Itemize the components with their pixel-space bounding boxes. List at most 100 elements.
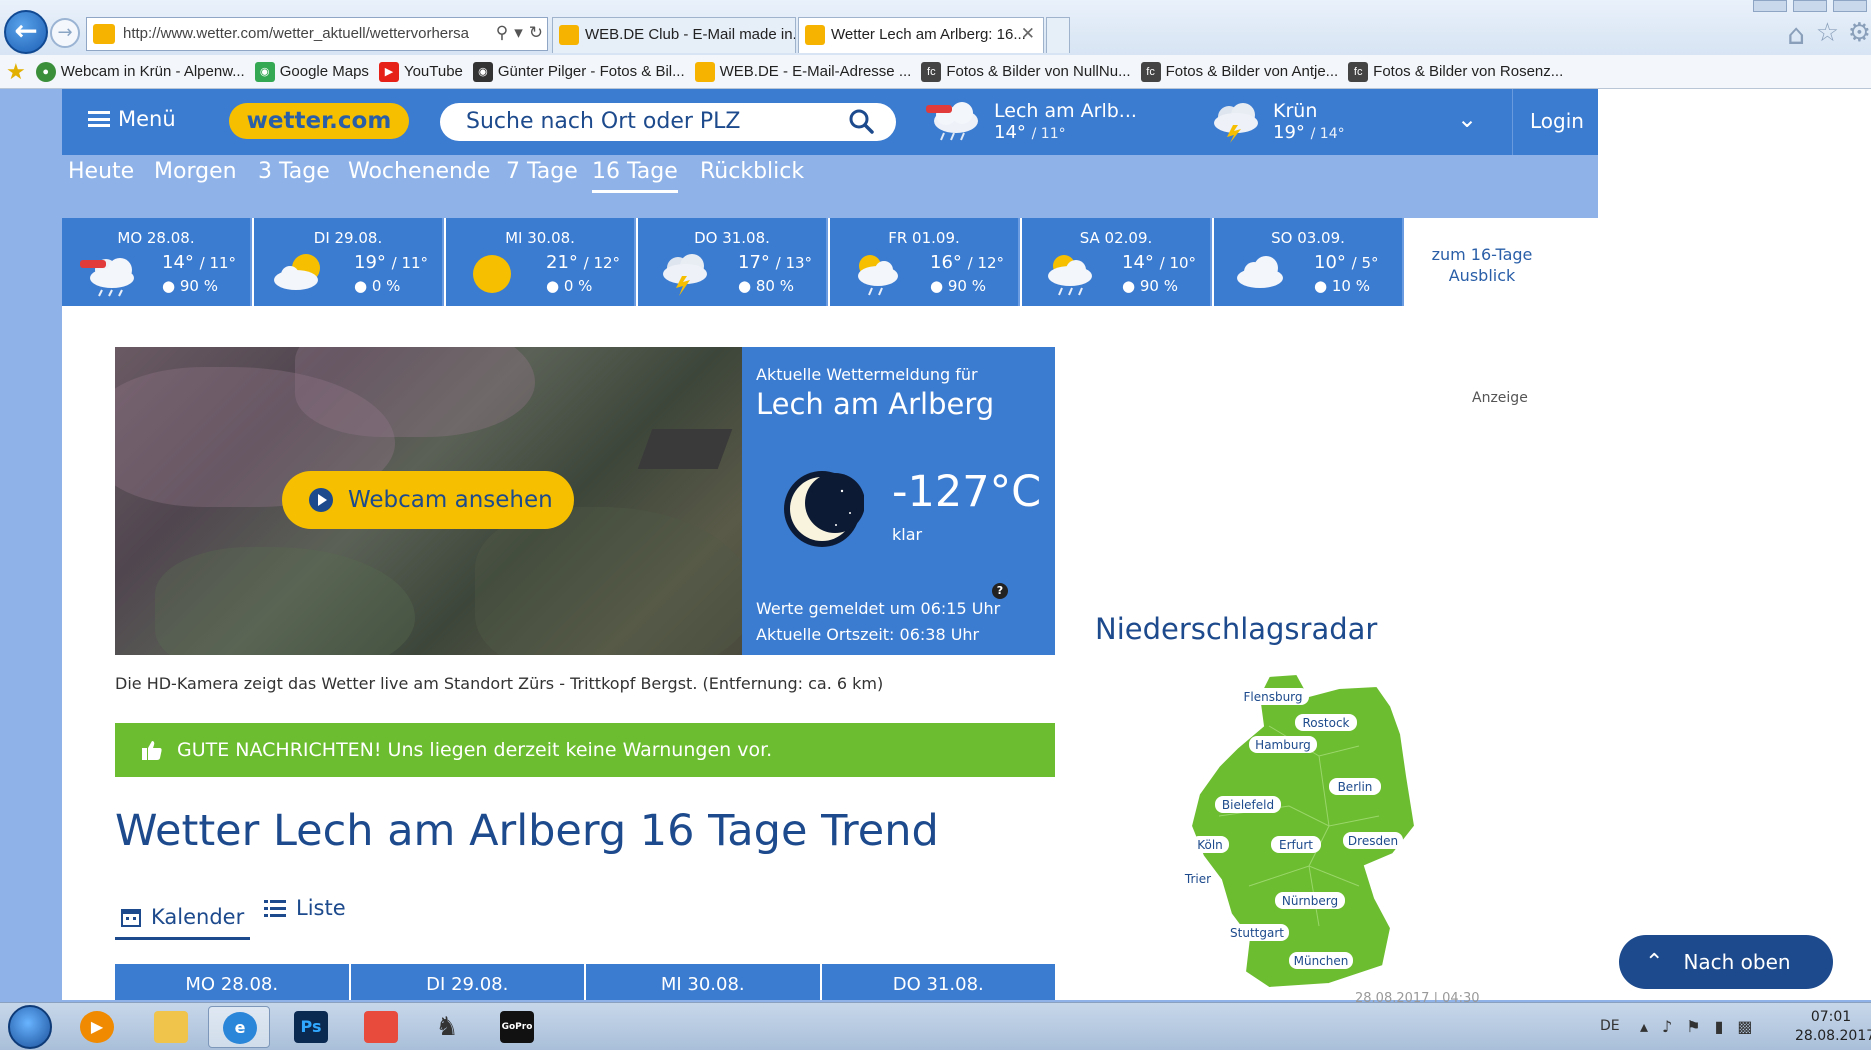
precipitation-radar-map[interactable]: Flensburg Rostock Hamburg Berlin Bielefe… [1179, 666, 1439, 996]
svg-text:Rostock: Rostock [1303, 716, 1350, 730]
forecast-rain-probability: 10 % [1331, 277, 1370, 295]
input-language[interactable]: DE [1600, 1018, 1620, 1034]
tab-7-tage[interactable]: 7 Tage [506, 159, 578, 190]
bookmark-item[interactable]: WEB.DE - E-Mail-Adresse ... [694, 61, 911, 82]
site-logo[interactable]: wetter.com [229, 103, 409, 139]
radar-city: Stuttgart [1225, 924, 1289, 941]
favorite-location-lech[interactable]: Lech am Arlb... 14° / 11° [922, 99, 1137, 143]
back-to-top-button[interactable]: ⌃ Nach oben [1619, 935, 1833, 989]
taskbar-explorer[interactable] [140, 1006, 202, 1048]
favorite-location-kruen[interactable]: Krün 19° / 14° [1207, 99, 1345, 143]
back-button[interactable]: ← [4, 10, 48, 54]
calendar-day[interactable]: MI 30.08. [586, 964, 822, 1000]
minimize-button[interactable] [1753, 0, 1787, 12]
volume-icon[interactable]: ♪ [1662, 1017, 1672, 1036]
taskbar-paint[interactable] [350, 1006, 412, 1048]
raindrop-icon: ● [738, 277, 752, 295]
tab-wetter[interactable]: Wetter Lech am Arlberg: 16... ✕ [798, 17, 1044, 53]
radar-title[interactable]: Niederschlagsradar [1095, 612, 1377, 646]
login-button[interactable]: Login [1522, 109, 1592, 133]
refresh-icon[interactable]: ↻ [529, 23, 543, 43]
system-clock[interactable]: 07:01 28.08.2017 [1795, 1008, 1871, 1046]
maximize-button[interactable] [1793, 0, 1827, 12]
new-tab-button[interactable] [1046, 17, 1070, 53]
tab-wochenende[interactable]: Wochenende [348, 159, 490, 190]
tab-list[interactable]: Liste [264, 896, 346, 920]
bookmark-item[interactable]: ◉ Günter Pilger - Fotos & Bil... [472, 61, 685, 82]
page-margin [1598, 89, 1871, 1000]
radar-city: Nürnberg [1275, 892, 1345, 909]
chevron-down-icon[interactable]: ⌄ [1457, 105, 1477, 133]
tab-morgen[interactable]: Morgen [154, 159, 237, 190]
tab-16-tage[interactable]: 16 Tage [592, 159, 678, 193]
help-icon[interactable]: ? [992, 583, 1008, 599]
close-window-button[interactable] [1833, 0, 1867, 12]
tab-calendar[interactable]: Kalender [115, 896, 251, 940]
bookmark-item[interactable]: ◉ Google Maps [254, 61, 369, 82]
close-icon[interactable]: ✕ [1021, 24, 1035, 44]
taskbar-gopro[interactable]: GoPro [486, 1006, 548, 1048]
bookmark-item[interactable]: fc Fotos & Bilder von Rosenz... [1348, 61, 1563, 82]
radar-city: Hamburg [1249, 736, 1317, 753]
bookmark-item[interactable]: fc Fotos & Bilder von NullNu... [921, 61, 1131, 82]
forecast-day[interactable]: SO 03.09. 10° / 5° ● 10 % [1214, 218, 1404, 306]
divider [1512, 89, 1513, 155]
tray-expand-icon[interactable]: ▴ [1640, 1017, 1648, 1036]
chevron-down-icon[interactable]: ▾ [514, 23, 523, 43]
search-icon[interactable]: ⚲ [496, 23, 508, 43]
add-favorite-star-icon[interactable]: ★ [6, 59, 26, 85]
url-text: http://www.wetter.com/wetter_aktuell/wet… [123, 25, 469, 42]
search-icon[interactable] [848, 108, 874, 134]
warning-banner: GUTE NACHRICHTEN! Uns liegen derzeit kei… [115, 723, 1055, 777]
forecast-day[interactable]: DI 29.08. 19° / 11° ● 0 % [254, 218, 444, 306]
webcam-image[interactable]: Webcam ansehen [115, 347, 742, 655]
network-icon[interactable]: ▩ [1737, 1017, 1752, 1036]
flag-icon[interactable]: ⚑ [1686, 1017, 1700, 1036]
search-input[interactable]: Suche nach Ort oder PLZ [440, 103, 896, 141]
tab-heute[interactable]: Heute [68, 159, 134, 190]
forward-button[interactable]: → [50, 18, 80, 48]
favorites-star-icon[interactable]: ☆ [1816, 18, 1839, 48]
calendar-day[interactable]: DO 31.08. [821, 964, 1055, 1000]
forecast-day[interactable]: MO 28.08. 14° / 11° ● 90 % [62, 218, 252, 306]
forecast-min: / 10° [1159, 254, 1197, 272]
forecast-day[interactable]: DO 31.08. 17° / 13° ● 80 % [638, 218, 828, 306]
gear-icon[interactable]: ⚙ [1848, 18, 1871, 48]
taskbar-photoshop[interactable]: Ps [280, 1006, 342, 1048]
window-controls [1747, 0, 1867, 14]
webcam-view-button[interactable]: Webcam ansehen [282, 471, 574, 529]
radar-city: Erfurt [1271, 836, 1321, 853]
svg-text:Hamburg: Hamburg [1255, 738, 1311, 752]
radar-city: Dresden [1343, 832, 1403, 849]
start-button[interactable] [8, 1005, 52, 1049]
taskbar-chess[interactable]: ♞ [416, 1006, 478, 1048]
gopro-icon: GoPro [500, 1011, 534, 1043]
favorites-bar: ★ ● Webcam in Krün - Alpenw... ◉ Google Ma… [0, 55, 1871, 89]
battery-icon[interactable]: ▮ [1715, 1017, 1724, 1036]
sun-rain-icon [1048, 255, 1092, 296]
bookmark-item[interactable]: fc Fotos & Bilder von Antje... [1140, 61, 1338, 82]
bookmark-item[interactable]: ▶ YouTube [378, 61, 463, 82]
tab-rueckblick[interactable]: Rückblick [700, 159, 804, 190]
radar-city: Köln [1191, 836, 1229, 853]
tab-3-tage[interactable]: 3 Tage [258, 159, 330, 190]
menu-button[interactable]: Menü [88, 107, 176, 131]
forecast-day[interactable]: SA 02.09. 14° / 10° ● 90 % [1022, 218, 1212, 306]
16-day-outlook-link[interactable]: zum 16-Tage Ausblick [1417, 244, 1547, 286]
forecast-period-nav: Heute Morgen 3 Tage Wochenende 7 Tage 16… [62, 155, 1598, 218]
forecast-day[interactable]: FR 01.09. 16° / 12° ● 90 % [830, 218, 1020, 306]
clock-time: 07:01 [1810, 1009, 1852, 1025]
sun-rain-icon [858, 255, 898, 296]
calendar-day[interactable]: MO 28.08. [115, 964, 351, 1000]
taskbar-internet-explorer[interactable]: e [208, 1006, 270, 1048]
bookmark-item[interactable]: ● Webcam in Krün - Alpenw... [35, 61, 245, 82]
webde-icon [559, 25, 579, 45]
taskbar-media-player[interactable]: ▶ [66, 1006, 128, 1048]
home-icon[interactable]: ⌂ [1787, 18, 1805, 51]
rain-icon [926, 102, 978, 141]
svg-text:Trier: Trier [1184, 872, 1211, 886]
tab-webde[interactable]: WEB.DE Club - E-Mail made in... [552, 17, 796, 53]
calendar-day[interactable]: DI 29.08. [350, 964, 586, 1000]
forecast-day[interactable]: MI 30.08. 21° / 12° ● 0 % [446, 218, 636, 306]
address-bar[interactable]: http://www.wetter.com/wetter_aktuell/wet… [86, 17, 548, 51]
